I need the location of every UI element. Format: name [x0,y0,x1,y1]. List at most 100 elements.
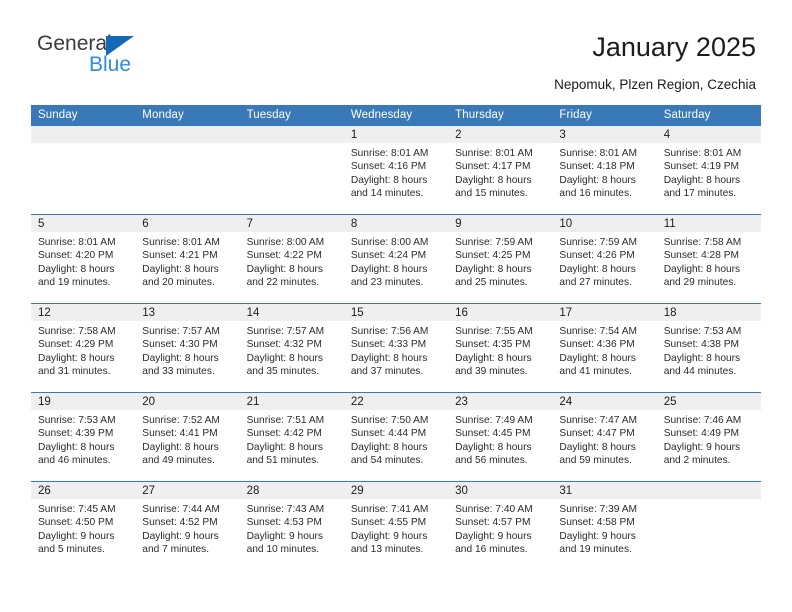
day-detail-line: Sunrise: 8:01 AM [142,237,220,248]
day-detail-line: Sunrise: 8:00 AM [350,237,429,248]
calendar-week-row: 1 Sunrise: 8:01 AM Sunset: 4:16 PM Daylight… [31,126,761,215]
day-detail-line: and 10 minutes. [246,544,320,556]
day-detail-line: and 59 minutes. [559,455,632,467]
day-detail-line: and 17 minutes. [663,188,737,200]
weekday-header-tuesday: Tuesday [239,105,344,126]
day-detail-line: Sunrise: 7:47 AM [559,415,637,426]
day-detail-line: Sunrise: 7:44 AM [142,504,220,515]
day-cell-inner: 25 Sunrise: 7:46 AM Sunset: 4:49 PM Dayligh… [656,393,761,481]
calendar-day-cell[interactable]: 13 Sunrise: 7:57 AM Sunset: 4:30 PM Dayligh… [135,303,240,393]
day-detail-line: Daylight: 8 hours [559,263,636,275]
day-number: 8 [343,215,449,232]
day-details [135,143,239,147]
general-blue-logo[interactable]: General Blue [37,33,157,81]
calendar-day-cell[interactable]: 3 Sunrise: 8:01 AM Sunset: 4:18 PM Daylight… [552,126,657,215]
calendar-day-cell[interactable]: 20 Sunrise: 7:52 AM Sunset: 4:41 PM Dayligh… [135,392,240,482]
day-detail-line: Daylight: 8 hours [38,441,115,453]
day-detail-line: Daylight: 8 hours [350,174,428,186]
day-details: Sunrise: 7:39 AM Sunset: 4:58 PM Daylight:… [552,499,656,557]
day-detail-line: and 39 minutes. [455,366,528,378]
day-detail-line: Daylight: 8 hours [350,263,428,275]
day-detail-line: and 31 minutes. [38,366,111,378]
calendar-week-row: 12 Sunrise: 7:58 AM Sunset: 4:29 PM Dayligh… [31,303,761,393]
day-details: Sunrise: 7:58 AM Sunset: 4:28 PM Daylight:… [657,232,761,290]
calendar-day-cell[interactable]: 27 Sunrise: 7:44 AM Sunset: 4:52 PM Dayligh… [135,481,240,570]
calendar-day-cell[interactable]: 4 Sunrise: 8:01 AM Sunset: 4:19 PM Daylight… [656,126,761,215]
calendar-day-cell[interactable]: 30 Sunrise: 7:40 AM Sunset: 4:57 PM Dayligh… [448,481,553,570]
calendar-day-cell[interactable]: 1 Sunrise: 8:01 AM Sunset: 4:16 PM Daylight… [343,126,449,215]
day-detail-line: Sunrise: 7:49 AM [455,415,533,426]
day-detail-line: and 20 minutes. [142,277,215,289]
day-number: 21 [239,393,344,410]
day-detail-line: and 46 minutes. [38,455,111,467]
calendar-day-cell-empty [31,126,136,215]
day-cell-inner: 30 Sunrise: 7:40 AM Sunset: 4:57 PM Dayligh… [448,482,553,570]
day-detail-line: Sunrise: 7:53 AM [38,415,116,426]
calendar-week-row: 19 Sunrise: 7:53 AM Sunset: 4:39 PM Dayligh… [31,392,761,482]
day-detail-line: Sunset: 4:24 PM [350,250,427,262]
calendar-day-cell[interactable]: 17 Sunrise: 7:54 AM Sunset: 4:36 PM Dayligh… [552,303,657,393]
calendar-day-cell[interactable]: 10 Sunrise: 7:59 AM Sunset: 4:26 PM Dayligh… [552,214,657,304]
calendar-day-cell[interactable]: 16 Sunrise: 7:55 AM Sunset: 4:35 PM Dayligh… [448,303,553,393]
day-detail-line: and 7 minutes. [142,544,210,556]
calendar-day-cell[interactable]: 9 Sunrise: 7:59 AM Sunset: 4:25 PM Daylight… [448,214,553,304]
calendar-day-cell[interactable]: 25 Sunrise: 7:46 AM Sunset: 4:49 PM Dayligh… [656,392,761,482]
day-detail-line: and 35 minutes. [246,366,320,378]
calendar-day-cell[interactable]: 2 Sunrise: 8:01 AM Sunset: 4:17 PM Daylight… [448,126,553,215]
day-number: 22 [343,393,449,410]
day-number [31,126,136,143]
calendar-day-cell[interactable]: 12 Sunrise: 7:58 AM Sunset: 4:29 PM Dayligh… [31,303,136,393]
weekday-header-friday: Friday [552,105,657,126]
logo-text-general: General [37,32,112,55]
calendar-day-cell[interactable]: 31 Sunrise: 7:39 AM Sunset: 4:58 PM Dayligh… [552,481,657,570]
calendar-day-cell[interactable]: 19 Sunrise: 7:53 AM Sunset: 4:39 PM Dayligh… [31,392,136,482]
calendar-day-cell[interactable]: 7 Sunrise: 8:00 AM Sunset: 4:22 PM Daylight… [239,214,344,304]
day-detail-line: Sunset: 4:28 PM [663,250,740,262]
day-detail-line: Sunrise: 8:01 AM [455,148,533,159]
calendar-day-cell[interactable]: 5 Sunrise: 8:01 AM Sunset: 4:20 PM Daylight… [31,214,136,304]
calendar-day-cell[interactable]: 23 Sunrise: 7:49 AM Sunset: 4:45 PM Dayligh… [448,392,553,482]
calendar-day-cell[interactable]: 8 Sunrise: 8:00 AM Sunset: 4:24 PM Daylight… [343,214,449,304]
calendar-day-cell[interactable]: 15 Sunrise: 7:56 AM Sunset: 4:33 PM Dayligh… [343,303,449,393]
day-cell-inner: 17 Sunrise: 7:54 AM Sunset: 4:36 PM Dayligh… [552,304,657,392]
calendar-day-cell[interactable]: 28 Sunrise: 7:43 AM Sunset: 4:53 PM Dayligh… [239,481,344,570]
weekday-header-monday: Monday [135,105,240,126]
day-number: 11 [656,215,761,232]
calendar-day-cell[interactable]: 21 Sunrise: 7:51 AM Sunset: 4:42 PM Dayligh… [239,392,344,482]
day-cell-inner: 3 Sunrise: 8:01 AM Sunset: 4:18 PM Daylight… [552,126,657,214]
day-detail-line: Sunrise: 7:56 AM [350,326,429,337]
calendar-day-cell[interactable]: 18 Sunrise: 7:53 AM Sunset: 4:38 PM Dayligh… [656,303,761,393]
day-details [31,143,135,147]
calendar-header-row: Sunday Monday Tuesday Wednesday Thursday Frid… [31,105,761,126]
day-detail-line: Daylight: 9 hours [559,530,636,542]
day-number [656,482,761,499]
day-cell-inner: 15 Sunrise: 7:56 AM Sunset: 4:33 PM Dayligh… [343,304,449,392]
day-detail-line: Sunset: 4:57 PM [455,517,531,529]
calendar-day-cell[interactable]: 26 Sunrise: 7:45 AM Sunset: 4:50 PM Dayligh… [31,481,136,570]
day-number: 5 [31,215,136,232]
day-cell-inner: 7 Sunrise: 8:00 AM Sunset: 4:22 PM Daylight… [239,215,344,303]
calendar-day-cell[interactable]: 14 Sunrise: 7:57 AM Sunset: 4:32 PM Dayligh… [239,303,344,393]
day-detail-line: Daylight: 8 hours [663,263,741,275]
day-details: Sunrise: 7:57 AM Sunset: 4:32 PM Daylight:… [240,321,344,379]
calendar-day-cell[interactable]: 22 Sunrise: 7:50 AM Sunset: 4:44 PM Dayligh… [343,392,449,482]
day-cell-inner [31,126,136,214]
day-detail-line: Daylight: 8 hours [559,441,636,453]
day-cell-inner: 28 Sunrise: 7:43 AM Sunset: 4:53 PM Dayligh… [239,482,344,570]
page-header: General Blue January 2025 Nepomuk, Plzen… [0,0,792,104]
day-detail-line: and 29 minutes. [663,277,737,289]
day-number: 1 [343,126,449,143]
day-detail-line: Sunrise: 7:43 AM [246,504,325,515]
calendar-day-cell[interactable]: 11 Sunrise: 7:58 AM Sunset: 4:28 PM Dayligh… [656,214,761,304]
day-number: 20 [135,393,240,410]
calendar-day-cell[interactable]: 6 Sunrise: 8:01 AM Sunset: 4:21 PM Daylight… [135,214,240,304]
day-detail-line: Sunset: 4:52 PM [142,517,218,529]
day-detail-line: Sunset: 4:20 PM [38,250,114,262]
day-details: Sunrise: 8:01 AM Sunset: 4:20 PM Daylight:… [31,232,135,290]
day-cell-inner: 21 Sunrise: 7:51 AM Sunset: 4:42 PM Dayligh… [239,393,344,481]
day-detail-line: Daylight: 8 hours [455,352,532,364]
day-details: Sunrise: 7:53 AM Sunset: 4:38 PM Daylight:… [657,321,761,379]
calendar-day-cell[interactable]: 24 Sunrise: 7:47 AM Sunset: 4:47 PM Dayligh… [552,392,657,482]
calendar-day-cell[interactable]: 29 Sunrise: 7:41 AM Sunset: 4:55 PM Dayligh… [343,481,449,570]
logo-text-blue: Blue [89,53,132,76]
